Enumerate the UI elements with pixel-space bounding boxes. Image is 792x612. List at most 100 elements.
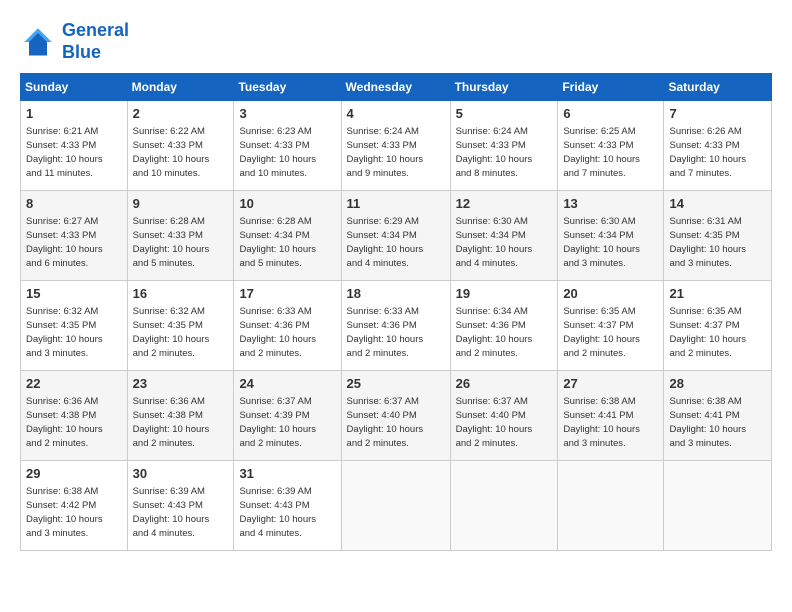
calendar-day-cell: 29 Sunrise: 6:38 AM Sunset: 4:42 PM Dayli… <box>21 461 128 551</box>
calendar-day-cell: 17 Sunrise: 6:33 AM Sunset: 4:36 PM Dayli… <box>234 281 341 371</box>
calendar-week-row: 15 Sunrise: 6:32 AM Sunset: 4:35 PM Dayli… <box>21 281 772 371</box>
day-info: Sunrise: 6:34 AM Sunset: 4:36 PM Dayligh… <box>456 305 553 360</box>
day-info: Sunrise: 6:35 AM Sunset: 4:37 PM Dayligh… <box>669 305 766 360</box>
day-number: 20 <box>563 285 658 303</box>
day-info: Sunrise: 6:38 AM Sunset: 4:42 PM Dayligh… <box>26 485 122 540</box>
day-info: Sunrise: 6:32 AM Sunset: 4:35 PM Dayligh… <box>26 305 122 360</box>
weekday-header: Sunday <box>21 74 128 101</box>
calendar-day-cell <box>558 461 664 551</box>
day-number: 6 <box>563 105 658 123</box>
calendar-day-cell: 12 Sunrise: 6:30 AM Sunset: 4:34 PM Dayli… <box>450 191 558 281</box>
weekday-header: Wednesday <box>341 74 450 101</box>
day-number: 4 <box>347 105 445 123</box>
day-info: Sunrise: 6:25 AM Sunset: 4:33 PM Dayligh… <box>563 125 658 180</box>
day-number: 29 <box>26 465 122 483</box>
calendar-day-cell: 18 Sunrise: 6:33 AM Sunset: 4:36 PM Dayli… <box>341 281 450 371</box>
day-number: 11 <box>347 195 445 213</box>
day-number: 12 <box>456 195 553 213</box>
day-info: Sunrise: 6:29 AM Sunset: 4:34 PM Dayligh… <box>347 215 445 270</box>
calendar-day-cell: 31 Sunrise: 6:39 AM Sunset: 4:43 PM Dayli… <box>234 461 341 551</box>
day-info: Sunrise: 6:36 AM Sunset: 4:38 PM Dayligh… <box>133 395 229 450</box>
weekday-header: Saturday <box>664 74 772 101</box>
calendar-header: SundayMondayTuesdayWednesdayThursdayFrid… <box>21 74 772 101</box>
day-number: 1 <box>26 105 122 123</box>
day-number: 8 <box>26 195 122 213</box>
calendar-day-cell <box>341 461 450 551</box>
day-info: Sunrise: 6:30 AM Sunset: 4:34 PM Dayligh… <box>456 215 553 270</box>
calendar-week-row: 8 Sunrise: 6:27 AM Sunset: 4:33 PM Daylig… <box>21 191 772 281</box>
day-info: Sunrise: 6:24 AM Sunset: 4:33 PM Dayligh… <box>456 125 553 180</box>
logo-text: General Blue <box>62 20 129 63</box>
day-number: 17 <box>239 285 335 303</box>
calendar-body: 1 Sunrise: 6:21 AM Sunset: 4:33 PM Daylig… <box>21 101 772 551</box>
calendar-day-cell: 6 Sunrise: 6:25 AM Sunset: 4:33 PM Daylig… <box>558 101 664 191</box>
calendar-day-cell: 28 Sunrise: 6:38 AM Sunset: 4:41 PM Dayli… <box>664 371 772 461</box>
day-number: 25 <box>347 375 445 393</box>
calendar-week-row: 29 Sunrise: 6:38 AM Sunset: 4:42 PM Dayli… <box>21 461 772 551</box>
day-number: 3 <box>239 105 335 123</box>
calendar-day-cell: 11 Sunrise: 6:29 AM Sunset: 4:34 PM Dayli… <box>341 191 450 281</box>
day-number: 9 <box>133 195 229 213</box>
day-number: 28 <box>669 375 766 393</box>
weekday-header: Friday <box>558 74 664 101</box>
calendar-day-cell: 30Sunrise: 6:39 AM Sunset: 4:43 PM Dayli… <box>127 461 234 551</box>
day-info: Sunrise: 6:33 AM Sunset: 4:36 PM Dayligh… <box>347 305 445 360</box>
day-number: 31 <box>239 465 335 483</box>
calendar-day-cell: 19 Sunrise: 6:34 AM Sunset: 4:36 PM Dayli… <box>450 281 558 371</box>
calendar-day-cell: 9 Sunrise: 6:28 AM Sunset: 4:33 PM Daylig… <box>127 191 234 281</box>
calendar-day-cell: 23Sunrise: 6:36 AM Sunset: 4:38 PM Dayli… <box>127 371 234 461</box>
calendar-day-cell: 14 Sunrise: 6:31 AM Sunset: 4:35 PM Dayli… <box>664 191 772 281</box>
day-info: Sunrise: 6:28 AM Sunset: 4:33 PM Dayligh… <box>133 215 229 270</box>
calendar-day-cell <box>664 461 772 551</box>
calendar-day-cell: 25Sunrise: 6:37 AM Sunset: 4:40 PM Dayli… <box>341 371 450 461</box>
calendar-day-cell: 15 Sunrise: 6:32 AM Sunset: 4:35 PM Dayli… <box>21 281 128 371</box>
day-info: Sunrise: 6:37 AM Sunset: 4:40 PM Dayligh… <box>456 395 553 450</box>
calendar-day-cell: 26 Sunrise: 6:37 AM Sunset: 4:40 PM Dayli… <box>450 371 558 461</box>
calendar-day-cell: 22Sunrise: 6:36 AM Sunset: 4:38 PM Dayli… <box>21 371 128 461</box>
day-info: Sunrise: 6:31 AM Sunset: 4:35 PM Dayligh… <box>669 215 766 270</box>
day-info: Sunrise: 6:32 AM Sunset: 4:35 PM Dayligh… <box>133 305 229 360</box>
day-number: 18 <box>347 285 445 303</box>
calendar-week-row: 1 Sunrise: 6:21 AM Sunset: 4:33 PM Daylig… <box>21 101 772 191</box>
page-header: General Blue <box>20 20 772 63</box>
day-info: Sunrise: 6:33 AM Sunset: 4:36 PM Dayligh… <box>239 305 335 360</box>
day-number: 2 <box>133 105 229 123</box>
calendar-day-cell: 24Sunrise: 6:37 AM Sunset: 4:39 PM Dayli… <box>234 371 341 461</box>
day-number: 10 <box>239 195 335 213</box>
day-info: Sunrise: 6:24 AM Sunset: 4:33 PM Dayligh… <box>347 125 445 180</box>
day-number: 15 <box>26 285 122 303</box>
day-info: Sunrise: 6:22 AM Sunset: 4:33 PM Dayligh… <box>133 125 229 180</box>
day-number: 5 <box>456 105 553 123</box>
day-number: 27 <box>563 375 658 393</box>
calendar-day-cell: 1 Sunrise: 6:21 AM Sunset: 4:33 PM Daylig… <box>21 101 128 191</box>
day-number: 16 <box>133 285 229 303</box>
day-info: Sunrise: 6:21 AM Sunset: 4:33 PM Dayligh… <box>26 125 122 180</box>
day-number: 13 <box>563 195 658 213</box>
calendar-day-cell: 5 Sunrise: 6:24 AM Sunset: 4:33 PM Daylig… <box>450 101 558 191</box>
day-number: 19 <box>456 285 553 303</box>
day-info: Sunrise: 6:27 AM Sunset: 4:33 PM Dayligh… <box>26 215 122 270</box>
day-info: Sunrise: 6:28 AM Sunset: 4:34 PM Dayligh… <box>239 215 335 270</box>
day-info: Sunrise: 6:36 AM Sunset: 4:38 PM Dayligh… <box>26 395 122 450</box>
day-number: 30 <box>133 465 229 483</box>
day-info: Sunrise: 6:35 AM Sunset: 4:37 PM Dayligh… <box>563 305 658 360</box>
calendar-day-cell: 2 Sunrise: 6:22 AM Sunset: 4:33 PM Daylig… <box>127 101 234 191</box>
day-info: Sunrise: 6:39 AM Sunset: 4:43 PM Dayligh… <box>239 485 335 540</box>
calendar-day-cell: 8 Sunrise: 6:27 AM Sunset: 4:33 PM Daylig… <box>21 191 128 281</box>
day-info: Sunrise: 6:26 AM Sunset: 4:33 PM Dayligh… <box>669 125 766 180</box>
day-info: Sunrise: 6:38 AM Sunset: 4:41 PM Dayligh… <box>563 395 658 450</box>
weekday-header-row: SundayMondayTuesdayWednesdayThursdayFrid… <box>21 74 772 101</box>
weekday-header: Tuesday <box>234 74 341 101</box>
day-number: 26 <box>456 375 553 393</box>
weekday-header: Thursday <box>450 74 558 101</box>
calendar-table: SundayMondayTuesdayWednesdayThursdayFrid… <box>20 73 772 551</box>
calendar-day-cell: 3Sunrise: 6:23 AM Sunset: 4:33 PM Daylig… <box>234 101 341 191</box>
calendar-day-cell: 10 Sunrise: 6:28 AM Sunset: 4:34 PM Dayli… <box>234 191 341 281</box>
day-info: Sunrise: 6:30 AM Sunset: 4:34 PM Dayligh… <box>563 215 658 270</box>
day-info: Sunrise: 6:38 AM Sunset: 4:41 PM Dayligh… <box>669 395 766 450</box>
weekday-header: Monday <box>127 74 234 101</box>
day-number: 14 <box>669 195 766 213</box>
calendar-day-cell: 4 Sunrise: 6:24 AM Sunset: 4:33 PM Daylig… <box>341 101 450 191</box>
logo: General Blue <box>20 20 129 63</box>
calendar-day-cell: 7Sunrise: 6:26 AM Sunset: 4:33 PM Daylig… <box>664 101 772 191</box>
